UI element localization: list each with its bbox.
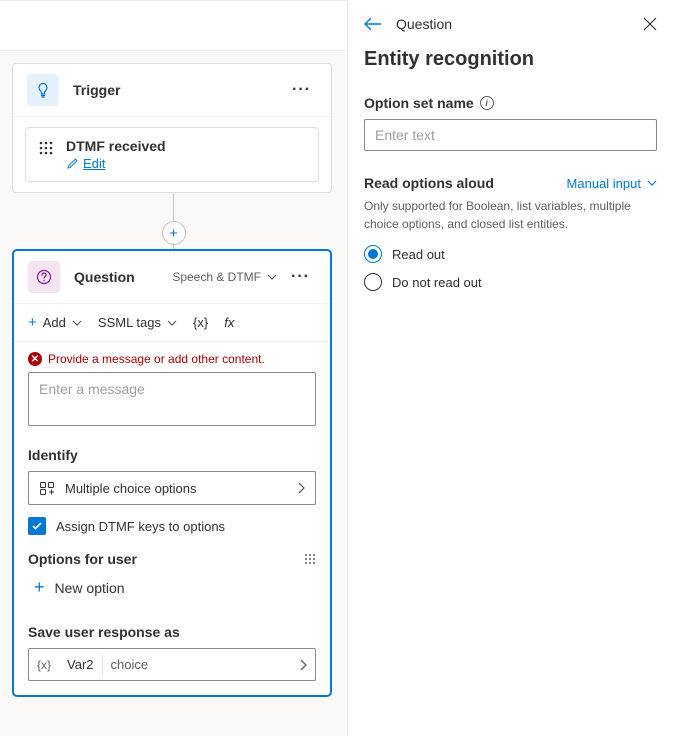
chevron-down-icon xyxy=(72,320,82,326)
radio-read-out[interactable]: Read out xyxy=(364,245,657,263)
add-node-button[interactable]: + xyxy=(162,221,186,245)
trigger-icon xyxy=(27,74,59,106)
option-set-label: Option set name i xyxy=(364,95,657,111)
chevron-down-icon xyxy=(167,320,177,326)
question-more-button[interactable]: ··· xyxy=(285,264,316,290)
back-button[interactable] xyxy=(364,17,382,31)
identify-selector[interactable]: Multiple choice options xyxy=(28,471,316,505)
save-variable-selector[interactable]: {x} Var2 choice xyxy=(28,648,316,681)
trigger-event-row[interactable]: DTMF received Edit xyxy=(25,127,319,182)
options-icon xyxy=(39,480,55,496)
read-aloud-label: Read options aloud xyxy=(364,175,494,191)
pencil-icon xyxy=(66,157,79,170)
manual-input-dropdown[interactable]: Manual input xyxy=(567,176,657,191)
message-input[interactable] xyxy=(28,372,316,426)
question-card: Question Speech & DTMF ··· + Add SSML ta… xyxy=(12,249,332,697)
add-button[interactable]: + Add xyxy=(28,314,82,331)
variable-icon: {x} xyxy=(37,658,51,672)
keypad-icon xyxy=(38,138,54,156)
options-label: Options for user xyxy=(28,551,137,567)
panel-breadcrumb: Question xyxy=(396,16,629,32)
info-icon[interactable]: i xyxy=(480,96,494,110)
trigger-more-button[interactable]: ··· xyxy=(286,77,317,103)
trigger-title: Trigger xyxy=(73,82,286,98)
close-button[interactable] xyxy=(643,17,657,31)
radio-do-not-read[interactable]: Do not read out xyxy=(364,273,657,291)
properties-panel: Question Entity recognition Option set n… xyxy=(347,0,673,736)
reorder-icon[interactable] xyxy=(304,553,316,565)
chevron-down-icon xyxy=(647,180,657,186)
plus-icon: + xyxy=(34,577,45,598)
chevron-right-icon xyxy=(297,482,305,494)
trigger-event-title: DTMF received xyxy=(66,138,166,154)
new-option-button[interactable]: + New option xyxy=(28,567,316,608)
error-icon: ✕ xyxy=(28,352,42,366)
error-message: ✕ Provide a message or add other content… xyxy=(28,352,316,366)
panel-heading: Entity recognition xyxy=(364,48,657,71)
chevron-down-icon xyxy=(267,274,277,280)
assign-keys-label: Assign DTMF keys to options xyxy=(56,519,225,534)
edit-link[interactable]: Edit xyxy=(66,156,166,171)
formula-button[interactable]: fx xyxy=(224,315,234,330)
question-title: Question xyxy=(74,269,172,285)
plus-icon: + xyxy=(28,314,37,331)
option-set-input[interactable] xyxy=(364,119,657,151)
ssml-tags-button[interactable]: SSML tags xyxy=(98,315,177,330)
read-aloud-hint: Only supported for Boolean, list variabl… xyxy=(364,197,657,233)
chevron-right-icon xyxy=(299,659,307,671)
identify-label: Identify xyxy=(28,447,316,463)
mode-dropdown[interactable]: Speech & DTMF xyxy=(172,270,277,284)
checkmark-icon xyxy=(31,520,43,532)
variable-button[interactable]: {x} xyxy=(193,315,208,330)
assign-keys-checkbox[interactable] xyxy=(28,517,46,535)
save-response-label: Save user response as xyxy=(28,624,316,640)
question-icon xyxy=(28,261,60,293)
trigger-card: Trigger ··· DTMF received Edit xyxy=(12,63,332,193)
